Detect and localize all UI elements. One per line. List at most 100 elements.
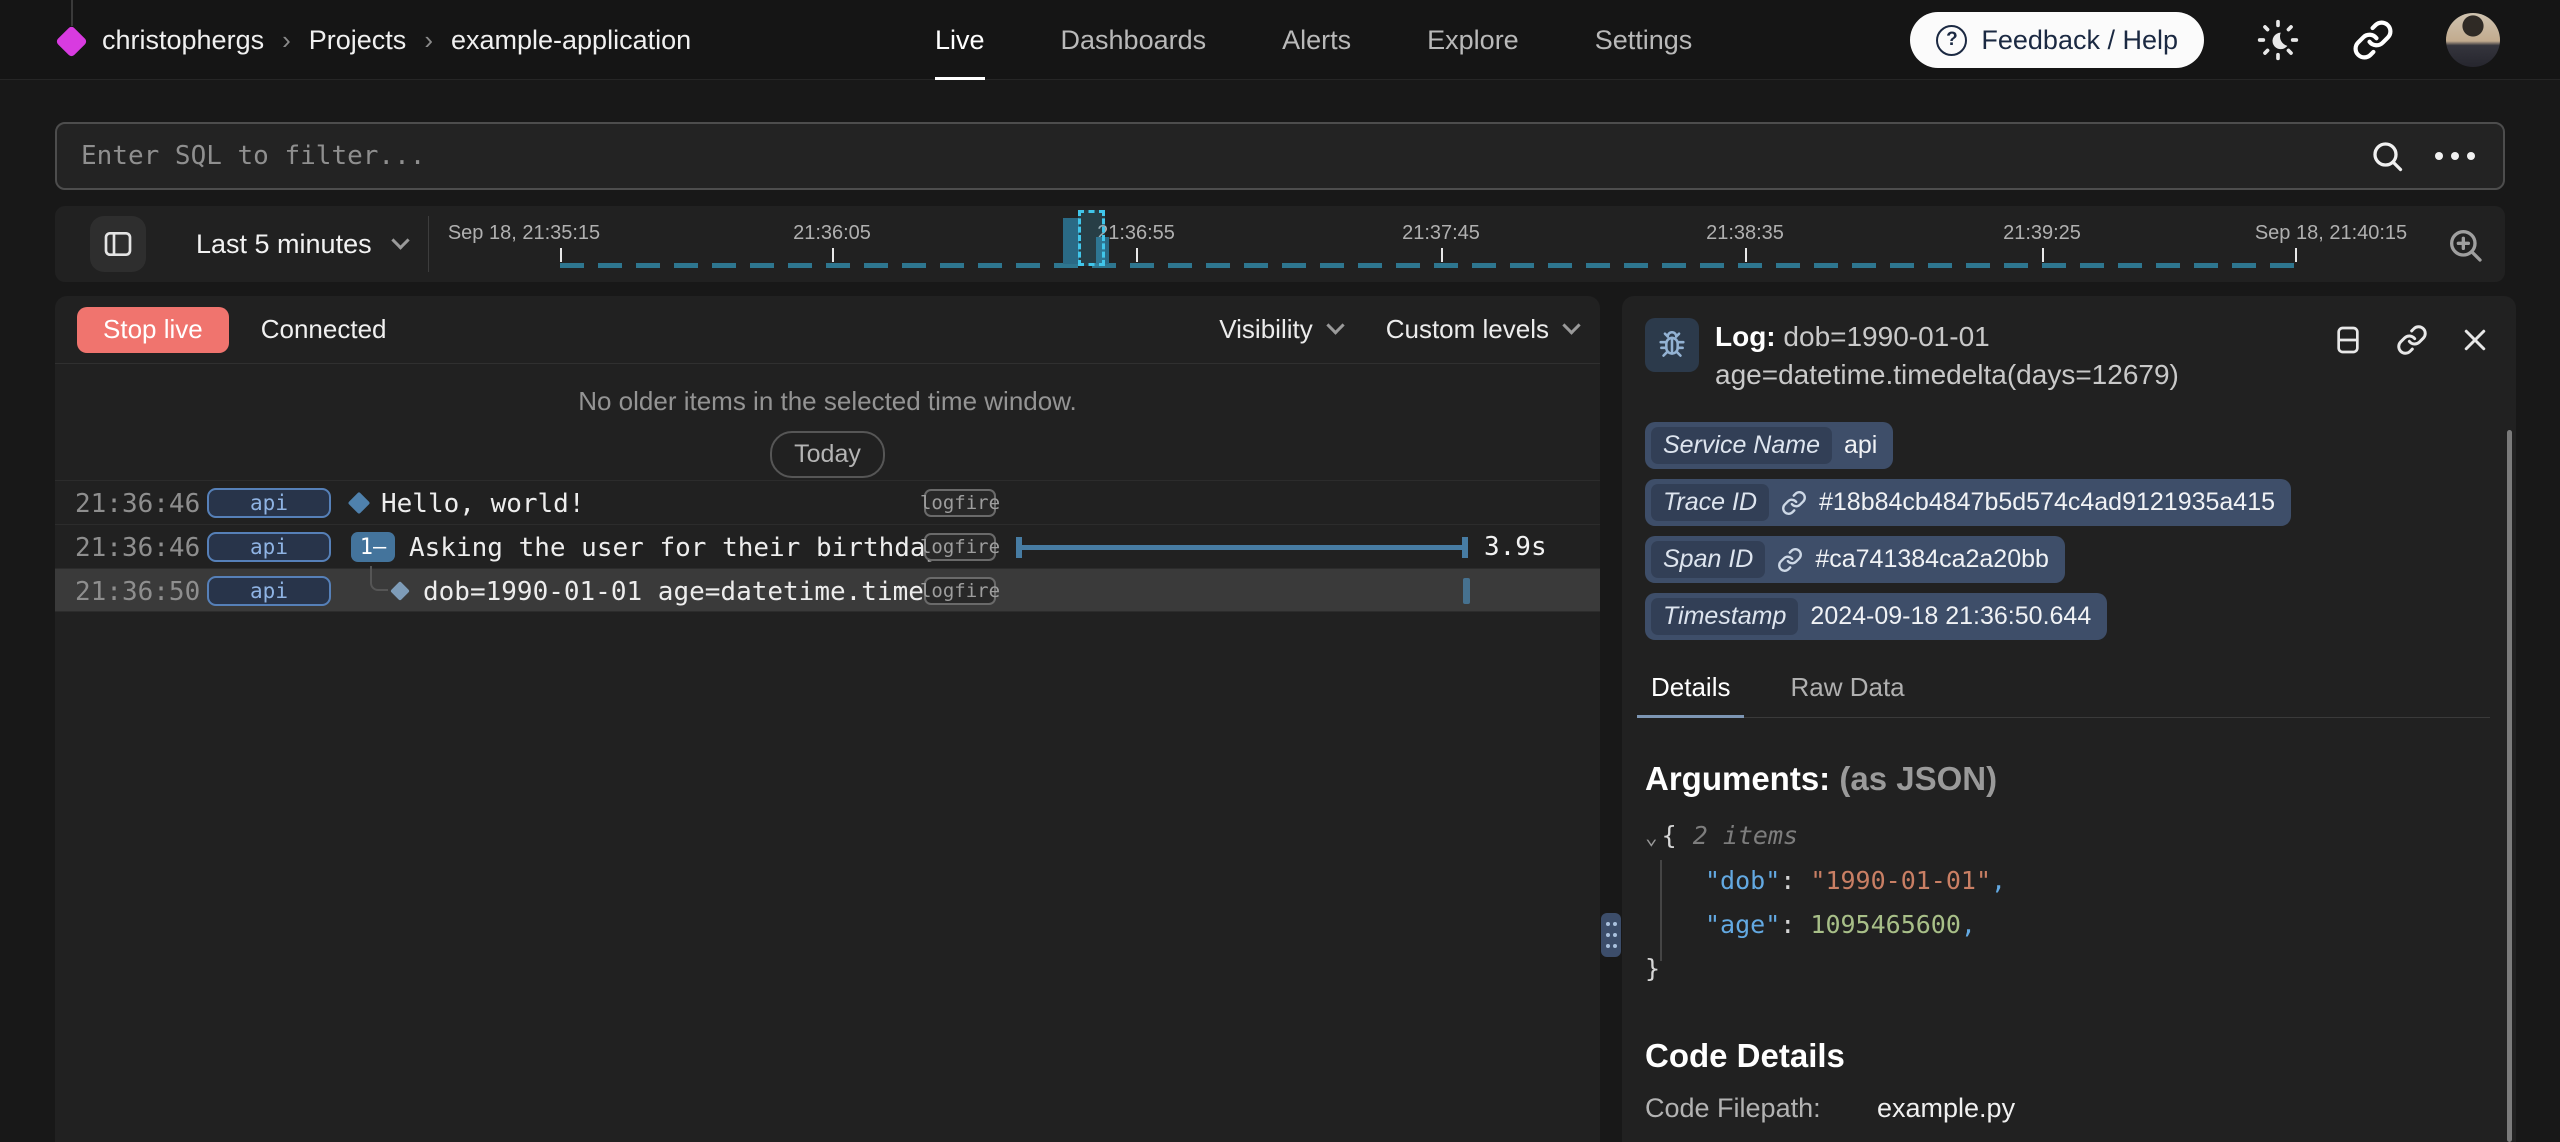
search-icon[interactable]	[2369, 138, 2405, 174]
attribute-label: Trace ID	[1651, 484, 1769, 521]
attribute-label: Span ID	[1651, 541, 1765, 578]
attribute-label: Service Name	[1651, 427, 1832, 464]
log-diamond-icon	[390, 581, 410, 601]
json-number-value: 1095465600	[1810, 910, 1961, 939]
tab-raw-data[interactable]: Raw Data	[1784, 666, 1910, 717]
log-row[interactable]: 21:36:46 api Hello, world! logfire	[55, 480, 1600, 524]
log-row[interactable]: 21:36:46 api 1– Asking the user for thei…	[55, 524, 1600, 568]
breadcrumb-project-name[interactable]: example-application	[451, 25, 691, 56]
stop-live-button[interactable]: Stop live	[77, 307, 229, 353]
code-details-heading: Code Details	[1645, 1037, 2490, 1075]
log-row-selected[interactable]: 21:36:50 api dob=1990-01-01 age=datetime…	[55, 568, 1600, 612]
breadcrumb-org[interactable]: christophergs	[102, 25, 264, 56]
service-badge[interactable]: api	[207, 488, 331, 518]
timeline-tick-mark	[2295, 248, 2297, 262]
json-key: "dob"	[1705, 866, 1780, 895]
theme-toggle-button[interactable]	[2256, 18, 2300, 62]
nav-tab-settings[interactable]: Settings	[1595, 0, 1693, 80]
logfire-logo-icon[interactable]	[55, 25, 88, 58]
logfire-app: christophergs › Projects › example-appli…	[0, 0, 2560, 1142]
breadcrumb-projects[interactable]: Projects	[309, 25, 407, 56]
log-time: 21:36:46	[75, 533, 200, 563]
sun-moon-icon	[2256, 18, 2300, 62]
main-nav: Live Dashboards Alerts Explore Settings	[935, 0, 1692, 80]
code-filepath-label: Code Filepath:	[1645, 1093, 1877, 1124]
scrollbar-thumb[interactable]	[2507, 430, 2512, 1142]
close-icon	[2460, 325, 2490, 355]
json-entry: "age": 1095465600,	[1645, 903, 2490, 947]
panel-resize-handle[interactable]	[1601, 913, 1621, 957]
dock-layout-button[interactable]	[2332, 324, 2364, 356]
detail-title-text: dob=1990-01-01 age=datetime.timedelta(da…	[1715, 321, 2179, 390]
json-root-line[interactable]: ⌄{2 items	[1645, 814, 2490, 859]
time-range-label: Last 5 minutes	[196, 229, 372, 260]
service-badge[interactable]: api	[207, 532, 331, 562]
service-badge[interactable]: api	[207, 576, 331, 606]
zoom-in-button[interactable]	[2439, 224, 2491, 269]
sidebar-toggle-button[interactable]	[90, 216, 146, 272]
attribute-value: api	[1844, 431, 1877, 460]
timeline-tick-label: Sep 18, 21:40:15	[2255, 222, 2407, 245]
split-panel-icon	[2332, 324, 2364, 356]
timeline-panel: Last 5 minutes Sep 18, 21:35:15 21:36:05…	[55, 206, 2505, 282]
trace-id-pill[interactable]: Trace ID #18b84cb4847b5d574c4ad9121935a4…	[1645, 479, 2291, 526]
tab-details[interactable]: Details	[1645, 666, 1736, 717]
time-range-dropdown[interactable]: Last 5 minutes	[196, 206, 407, 282]
timestamp-pill[interactable]: Timestamp 2024-09-18 21:36:50.644	[1645, 593, 2107, 640]
collapse-children-toggle[interactable]: 1–	[351, 532, 395, 562]
visibility-dropdown[interactable]: Visibility	[1219, 314, 1341, 345]
detail-title: Log: dob=1990-01-01 age=datetime.timedel…	[1715, 318, 2332, 394]
today-button[interactable]: Today	[770, 431, 885, 478]
timeline-tick-mark	[1441, 248, 1443, 262]
debug-level-icon	[1645, 318, 1699, 372]
copy-link-button[interactable]	[2396, 324, 2428, 356]
log-diamond-icon	[348, 492, 371, 515]
code-filepath-row: Code Filepath: example.py	[1645, 1093, 2490, 1124]
json-indent-guide	[1660, 860, 1662, 961]
arguments-heading: Arguments: (as JSON)	[1645, 760, 2490, 798]
custom-levels-dropdown[interactable]: Custom levels	[1386, 314, 1578, 345]
chevron-down-icon	[1326, 316, 1344, 334]
service-name-pill[interactable]: Service Name api	[1645, 422, 1893, 469]
link-icon	[2396, 324, 2428, 356]
json-viewer: ⌄{2 items "dob": "1990-01-01", "age": 10…	[1645, 814, 2490, 991]
sql-filter-bar	[55, 122, 2505, 190]
feedback-help-button[interactable]: ? Feedback / Help	[1910, 12, 2204, 68]
link-icon	[1781, 490, 1807, 516]
tree-connector	[370, 566, 388, 591]
top-navigation-bar: christophergs › Projects › example-appli…	[0, 0, 2560, 80]
json-close-brace: }	[1645, 954, 1660, 983]
timeline-tick-mark	[2042, 248, 2044, 262]
arguments-heading-text: Arguments:	[1645, 760, 1830, 797]
span-id-pill[interactable]: Span ID #ca741384ca2a20bb	[1645, 536, 2065, 583]
scope-badge[interactable]: logfire	[924, 533, 996, 561]
timeline-tick-mark	[1745, 248, 1747, 262]
more-options-icon[interactable]	[2435, 152, 2475, 160]
detail-title-prefix: Log:	[1715, 321, 1776, 352]
json-string-value: "1990-01-01"	[1810, 866, 1991, 895]
scope-badge[interactable]: logfire	[924, 489, 996, 517]
json-comma: ,	[1991, 866, 2006, 895]
timeline-selection-region[interactable]	[1078, 210, 1105, 266]
log-detail-panel: Log: dob=1990-01-01 age=datetime.timedel…	[1622, 296, 2516, 1142]
histogram-bar[interactable]	[1063, 218, 1079, 264]
nav-tab-alerts[interactable]: Alerts	[1282, 0, 1351, 80]
close-panel-button[interactable]	[2460, 325, 2490, 355]
scope-badge[interactable]: logfire	[924, 577, 996, 605]
nav-tab-dashboards[interactable]: Dashboards	[1061, 0, 1207, 80]
user-avatar[interactable]	[2446, 13, 2500, 67]
attribute-value: #ca741384ca2a20bb	[1815, 545, 2049, 574]
log-message: Hello, world!	[381, 489, 585, 519]
attribute-value: 2024-09-18 21:36:50.644	[1810, 602, 2091, 631]
log-message: dob=1990-01-01 age=datetime.timede	[423, 577, 955, 607]
feedback-help-label: Feedback / Help	[1981, 25, 2178, 56]
nav-tab-live[interactable]: Live	[935, 0, 985, 80]
breadcrumb: christophergs › Projects › example-appli…	[102, 0, 691, 80]
detail-tabs: Details Raw Data	[1645, 666, 2490, 718]
sql-filter-input[interactable]	[57, 141, 2369, 171]
share-link-button[interactable]	[2352, 19, 2394, 61]
chevron-down-icon	[391, 231, 409, 249]
nav-tab-explore[interactable]: Explore	[1427, 0, 1519, 80]
timeline-tick-label: Sep 18, 21:35:15	[448, 222, 600, 245]
collapse-chevron-icon[interactable]: ⌄	[1645, 825, 1658, 849]
